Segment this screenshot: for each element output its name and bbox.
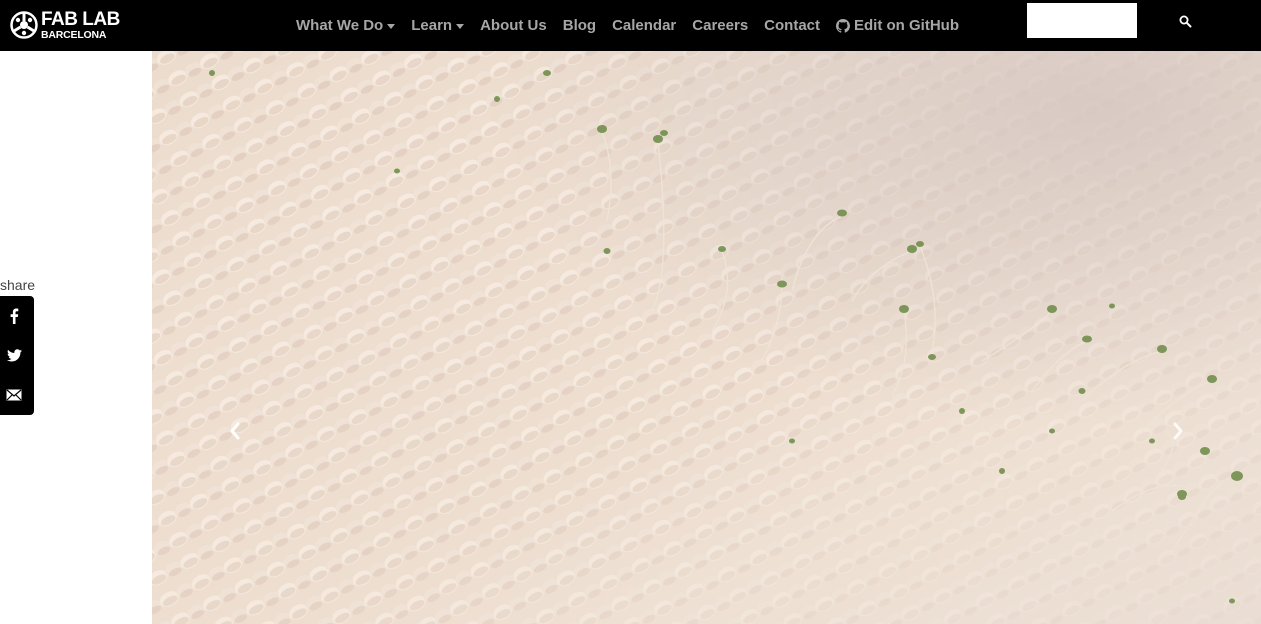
carousel-slide-image bbox=[152, 51, 1261, 624]
search-button[interactable] bbox=[1174, 10, 1196, 32]
twitter-icon bbox=[6, 349, 22, 362]
chevron-right-icon bbox=[1173, 422, 1183, 440]
nav-links: What We Do Learn About Us Blog Calendar … bbox=[288, 0, 967, 51]
brand-text: FAB LAB BARCELONA bbox=[41, 10, 120, 41]
nav-item-what-we-do[interactable]: What We Do bbox=[288, 17, 403, 34]
nav-item-label: Blog bbox=[562, 17, 597, 34]
chevron-left-icon bbox=[230, 422, 240, 440]
nav-item-careers[interactable]: Careers bbox=[684, 17, 756, 34]
nav-item-learn[interactable]: Learn bbox=[403, 17, 472, 34]
top-navbar: FAB LAB BARCELONA What We Do Learn About… bbox=[0, 0, 1261, 51]
nav-item-label: What We Do bbox=[296, 17, 384, 34]
brand-line2: BARCELONA bbox=[41, 28, 107, 41]
share-twitter-button[interactable] bbox=[0, 336, 34, 376]
nav-item-label: Learn bbox=[411, 17, 453, 34]
github-icon bbox=[836, 18, 851, 33]
nav-item-calendar[interactable]: Calendar bbox=[604, 17, 684, 34]
nav-item-label: Contact bbox=[764, 17, 821, 34]
facebook-icon bbox=[10, 308, 19, 324]
nav-item-label: Careers bbox=[692, 17, 749, 34]
share-facebook-button[interactable] bbox=[0, 296, 34, 336]
nav-item-label: Edit on GitHub bbox=[854, 17, 959, 34]
hero-carousel bbox=[152, 51, 1261, 624]
share-label: share bbox=[0, 277, 36, 293]
nav-item-about-us[interactable]: About Us bbox=[472, 17, 555, 34]
caret-down-icon bbox=[387, 23, 396, 29]
carousel-next-button[interactable] bbox=[1158, 411, 1198, 451]
carousel-prev-button[interactable] bbox=[215, 411, 255, 451]
email-icon bbox=[6, 389, 22, 401]
fablab-logo-icon bbox=[10, 11, 38, 39]
nav-item-label: Calendar bbox=[612, 17, 677, 34]
brand-logo-link[interactable]: FAB LAB BARCELONA bbox=[10, 9, 120, 41]
nav-item-edit-on-github[interactable]: Edit on GitHub bbox=[828, 17, 967, 34]
search-input[interactable] bbox=[1027, 3, 1137, 38]
share-email-button[interactable] bbox=[0, 375, 34, 415]
brand-line1: FAB LAB bbox=[41, 8, 120, 30]
nav-item-label: About Us bbox=[480, 17, 547, 34]
search-icon bbox=[1179, 15, 1191, 27]
share-sidebar bbox=[0, 296, 34, 415]
caret-down-icon bbox=[456, 23, 465, 29]
nav-item-blog[interactable]: Blog bbox=[555, 17, 604, 34]
nav-item-contact[interactable]: Contact bbox=[756, 17, 828, 34]
